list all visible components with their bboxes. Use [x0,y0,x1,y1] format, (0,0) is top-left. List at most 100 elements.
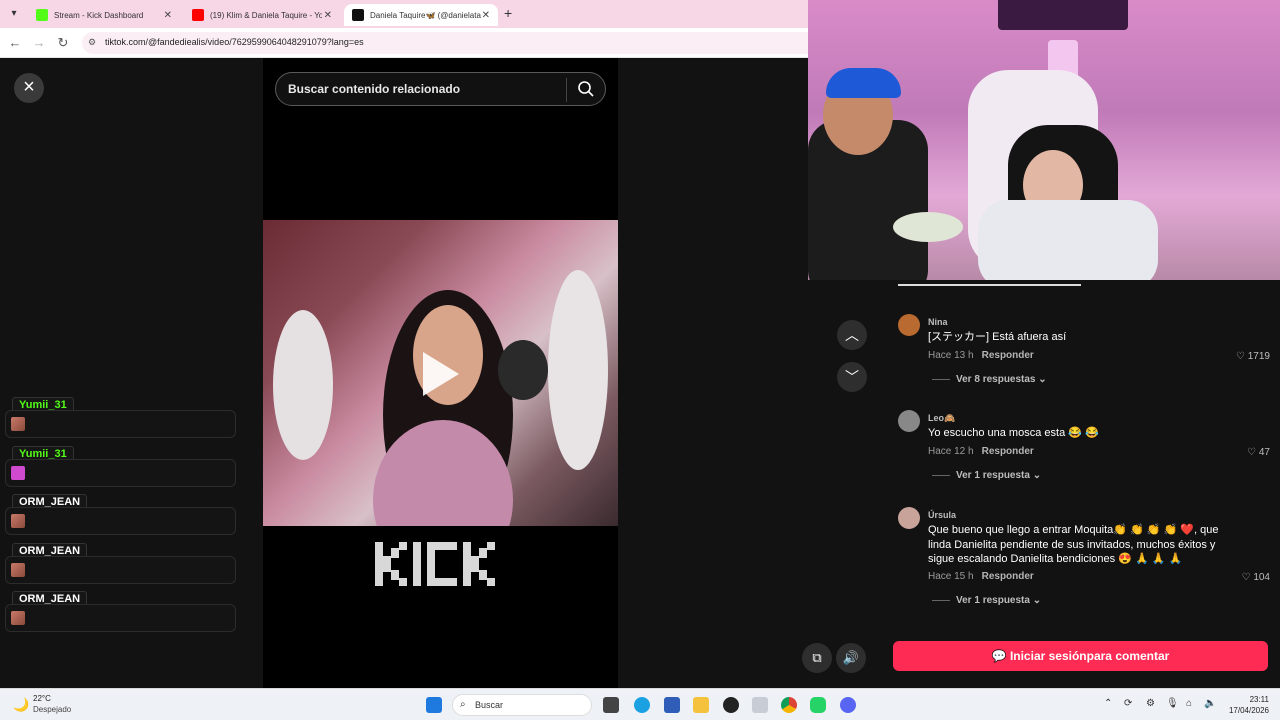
edge-icon[interactable] [634,697,650,713]
tab-title: (19) Klim & Daniela Taquire - YouTube [210,10,322,20]
tab-title: Stream - Kick Dashboard [54,10,144,20]
view-replies-button[interactable]: Ver 1 respuesta ⌄ [932,595,1041,606]
webcam-hoodie-shape [978,200,1158,280]
url-text[interactable]: tiktok.com/@fandediealis/video/762959906… [105,37,364,47]
search-placeholder: Buscar contenido relacionado [288,82,461,96]
close-tab-icon[interactable]: ✕ [482,10,490,21]
app-icon[interactable] [752,697,768,713]
speaker-icon[interactable]: 🔈 [1204,698,1216,709]
comment-username[interactable]: Úrsula [928,510,956,520]
microphone-icon[interactable]: 🎙 [1166,698,1179,709]
site-info-icon[interactable]: ⚙ [88,37,96,48]
webcam-plate-shape [893,212,963,242]
like-button[interactable]: ♡ 47 [1247,447,1270,458]
reply-link[interactable]: Responder [982,350,1034,361]
tab-title: Daniela Taquire🦋 (@danielata [370,10,481,20]
moon-weather-icon[interactable]: 🌙 [13,697,29,713]
reload-icon[interactable]: ↻ [55,35,71,51]
previous-video-chevron-up-icon[interactable]: ︿ [837,320,867,350]
reply-link[interactable]: Responder [982,571,1034,582]
chat-message-row [5,556,236,584]
volume-icon[interactable]: 🔊 [836,643,866,673]
emote-icon [11,563,25,577]
video-player[interactable] [263,220,618,526]
like-count: 104 [1253,572,1270,583]
emote-icon [11,417,25,431]
windows-start-icon[interactable] [426,697,442,713]
avatar[interactable] [898,314,920,336]
taskbar-clock[interactable]: 23:11 17/04/2026 [1223,694,1269,716]
weather-temperature[interactable]: 22°C [33,694,51,703]
close-video-button[interactable]: × [14,73,44,103]
tiktok-page: × Buscar contenido relacionado [0,58,808,688]
avatar[interactable] [898,410,920,432]
tray-app-icon[interactable]: ⚙ [1146,698,1155,709]
comment-meta: Hace 15 h Responder [928,571,1034,582]
comment-meta: Hace 12 h Responder [928,446,1034,457]
comment-icon: 💬 [991,649,1007,663]
chat-message-row [5,507,236,535]
webcam-tv-shape [998,0,1128,30]
tab-tiktok[interactable]: Daniela Taquire🦋 (@danielata ✕ [344,4,498,26]
view-replies-button[interactable]: Ver 8 respuestas ⌄ [932,374,1047,385]
close-tab-icon[interactable]: ✕ [324,10,332,21]
store-icon[interactable] [664,697,680,713]
back-arrow-icon[interactable]: ← [7,35,23,50]
comment-time: Hace 12 h [928,446,974,457]
comment-time: Hace 13 h [928,350,974,361]
task-view-icon[interactable] [603,697,619,713]
kick-favicon-icon [36,9,48,21]
comment-text: [ステッカー] Está afuera así [928,331,1067,343]
close-tab-icon[interactable]: ✕ [164,10,172,21]
comment-meta: Hace 13 h Responder [928,350,1034,361]
comment-username[interactable]: Leo🙈 [928,413,955,424]
forward-arrow-icon[interactable]: → [31,35,47,50]
like-button[interactable]: ♡ 104 [1242,572,1270,583]
clock-time: 23:11 [1249,695,1269,704]
weather-condition[interactable]: Despejado [33,705,71,714]
tray-app-icon[interactable]: ⟳ [1124,698,1132,709]
search-divider [566,78,567,102]
emote-icon [11,514,25,528]
login-to-comment-button[interactable]: 💬 Iniciar sesiónpara comentar [893,641,1268,671]
video-guest-shape [273,310,333,460]
video-progress-bar[interactable] [898,284,1081,286]
comment-text: Yo escucho una mosca esta 😂 😂 [928,427,1099,439]
network-icon[interactable]: ⌂ [1186,698,1192,709]
miniplayer-icon[interactable]: ⧉ [802,643,832,673]
chrome-icon[interactable] [781,697,797,713]
comment-username[interactable]: Nina [928,317,948,327]
webcam-overlay [808,0,1280,280]
avatar[interactable] [898,507,920,529]
tray-chevron-up-icon[interactable]: ⌃ [1104,698,1112,709]
tab-youtube[interactable]: (19) Klim & Daniela Taquire - YouTube ✕ [184,4,340,26]
tab-search-chevron-icon[interactable]: ▾ [6,6,22,22]
whatsapp-icon[interactable] [810,697,826,713]
new-tab-button[interactable]: + [504,5,512,21]
video-microphone-shape [498,340,548,400]
file-explorer-icon[interactable] [693,697,709,713]
windows-taskbar: 🌙 22°C Despejado ⌕ Buscar ⌃ ⟳ ⚙ 🎙 ⌂ 🔈 23… [0,688,1280,720]
comment-time: Hace 15 h [928,571,974,582]
reply-link[interactable]: Responder [982,446,1034,457]
emote-icon [11,466,25,480]
like-button[interactable]: ♡ 1719 [1236,351,1270,362]
comment-item: Úrsula Que bueno que llego a entrar Moqu… [898,507,1270,617]
comment-text: Que bueno que llego a entrar Moquita👏 👏 … [928,524,1219,565]
play-icon[interactable] [423,352,459,396]
kick-logo-icon [375,542,495,586]
taskbar-search-input[interactable]: ⌕ Buscar [452,694,592,716]
clock-date: 17/04/2026 [1228,706,1269,715]
discord-icon[interactable] [840,697,856,713]
comment-item: Leo🙈 Yo escucho una mosca esta 😂 😂 Hace … [898,410,1270,490]
comments-panel: Nina [ステッカー] Está afuera así Hace 13 h Re… [882,280,1280,688]
app-icon[interactable] [723,697,739,713]
like-count: 1719 [1247,351,1270,362]
chat-message-row [5,604,236,632]
next-video-chevron-down-icon[interactable]: ﹀ [837,362,867,392]
related-search-input[interactable]: Buscar contenido relacionado [275,72,606,106]
search-icon[interactable] [577,80,595,98]
tab-kick-dashboard[interactable]: Stream - Kick Dashboard ✕ [28,4,180,26]
view-replies-button[interactable]: Ver 1 respuesta ⌄ [932,470,1041,481]
video-column: Buscar contenido relacionado [263,58,618,688]
